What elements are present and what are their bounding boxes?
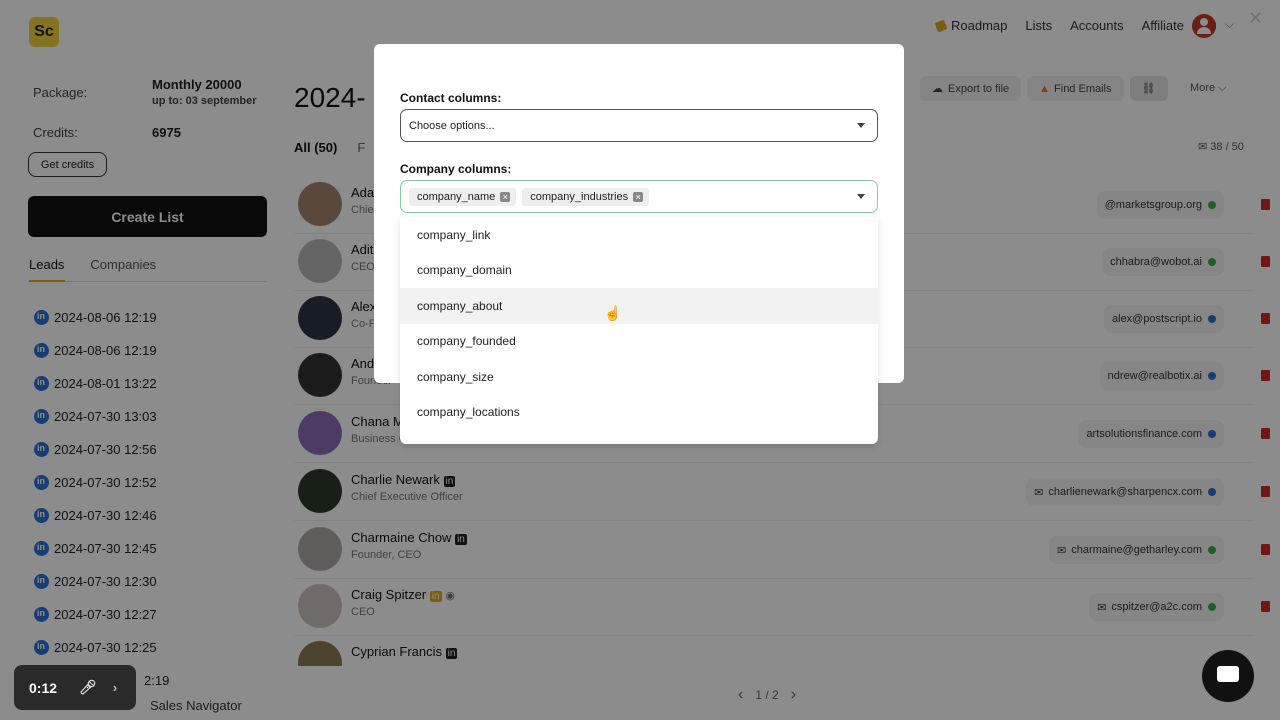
contact-columns-select[interactable]: Choose options... bbox=[400, 109, 878, 142]
company-columns-select[interactable]: company_name × company_industries × bbox=[400, 180, 878, 213]
chat-button[interactable] bbox=[1202, 650, 1254, 702]
contact-columns-label: Contact columns: bbox=[400, 91, 502, 105]
contact-columns-placeholder: Choose options... bbox=[409, 119, 495, 132]
company-columns-label: Company columns: bbox=[400, 162, 512, 176]
company-columns-dropdown: company_link company_domain company_abou… bbox=[400, 217, 878, 444]
chip-remove-icon[interactable]: × bbox=[500, 191, 511, 202]
chip-label: company_name bbox=[417, 190, 496, 203]
option-company-about[interactable]: company_about bbox=[400, 288, 878, 324]
chip-remove-icon[interactable]: × bbox=[633, 191, 644, 202]
option-company-locations[interactable]: company_locations bbox=[400, 395, 878, 431]
caret-down-icon bbox=[857, 123, 865, 128]
chip-company-industries: company_industries × bbox=[522, 187, 650, 206]
caret-down-icon bbox=[857, 194, 865, 199]
option-company-size[interactable]: company_size bbox=[400, 359, 878, 395]
option-company-link[interactable]: company_link bbox=[400, 217, 878, 253]
video-controls: 0:12 🎤︎ › bbox=[14, 665, 136, 710]
chip-company-name: company_name × bbox=[409, 187, 517, 206]
video-time: 0:12 bbox=[29, 679, 58, 696]
chip-label: company_industries bbox=[530, 190, 629, 203]
chevron-right-icon[interactable]: › bbox=[113, 680, 117, 695]
option-company-founded[interactable]: company_founded bbox=[400, 324, 878, 360]
option-company-domain[interactable]: company_domain bbox=[400, 253, 878, 289]
mic-off-icon[interactable]: 🎤︎ bbox=[79, 679, 97, 696]
hand-cursor-icon: ☝ bbox=[604, 305, 622, 321]
